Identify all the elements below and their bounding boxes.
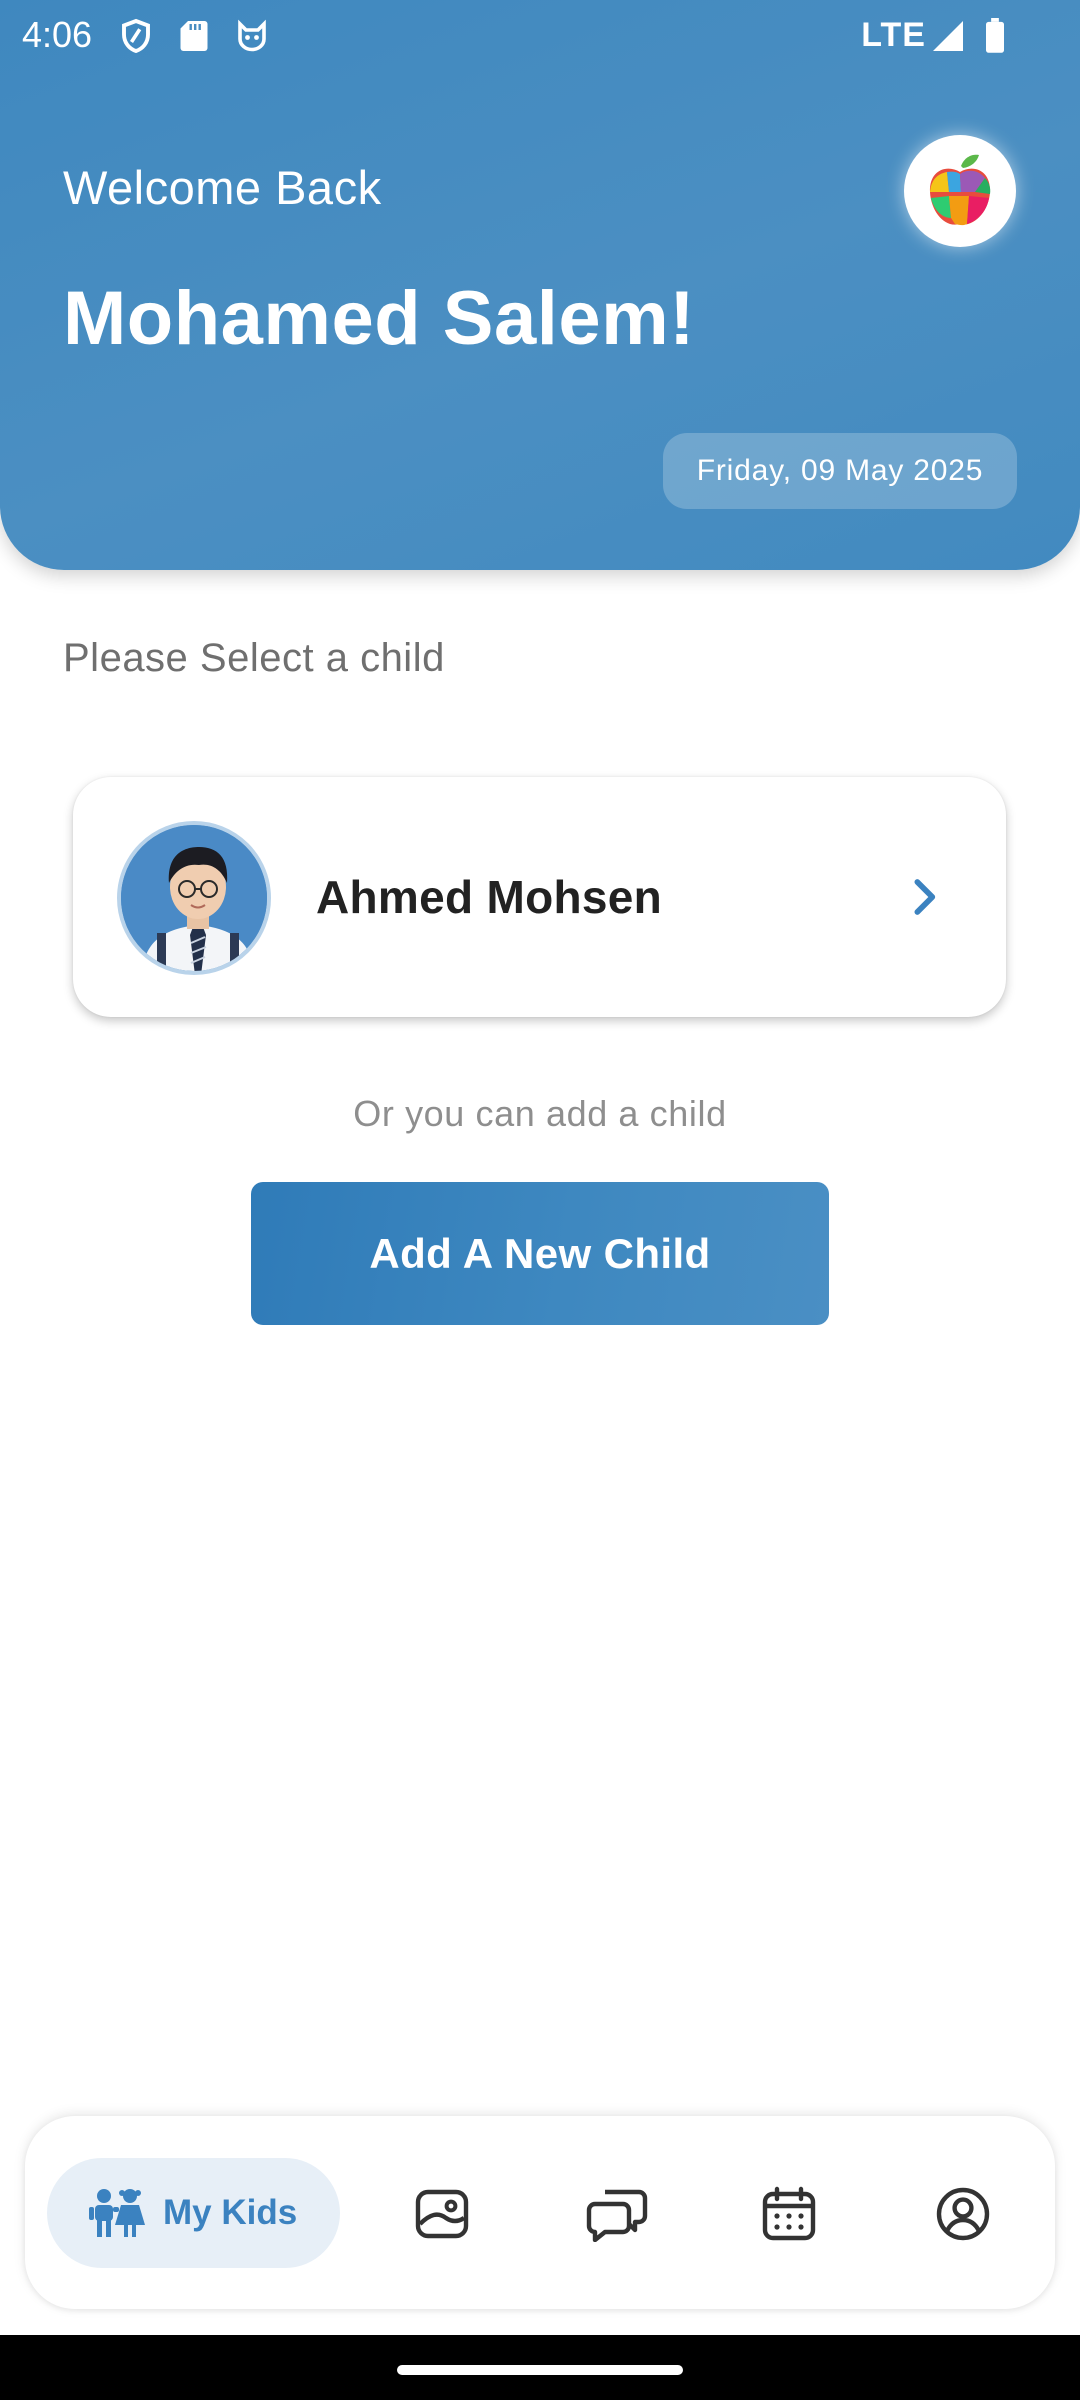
puzzle-apple-logo-icon xyxy=(929,154,991,226)
date-badge: Friday, 09 May 2025 xyxy=(663,433,1017,509)
sd-card-icon xyxy=(180,21,208,51)
shield-icon xyxy=(122,18,150,54)
calendar-icon[interactable] xyxy=(761,2186,817,2242)
add-new-child-button[interactable]: Add A New Child xyxy=(251,1182,829,1325)
nav-label-my-kids: My Kids xyxy=(163,2193,298,2232)
signal-icon xyxy=(933,21,963,51)
select-child-prompt: Please Select a child xyxy=(63,636,445,680)
child-card[interactable]: Ahmed Mohsen xyxy=(73,777,1006,1017)
chat-icon[interactable] xyxy=(585,2186,649,2242)
child-name: Ahmed Mohsen xyxy=(316,871,663,923)
chevron-right-icon xyxy=(914,879,936,915)
home-gesture-handle[interactable] xyxy=(397,2365,683,2375)
bottom-navigation: My Kids xyxy=(25,2116,1055,2309)
kids-icon xyxy=(89,2189,145,2237)
app-logo xyxy=(904,135,1016,247)
gallery-icon[interactable] xyxy=(414,2186,470,2242)
nav-item-my-kids[interactable]: My Kids xyxy=(47,2158,340,2268)
child-avatar xyxy=(117,821,271,975)
cat-face-icon xyxy=(238,19,266,52)
network-type: LTE xyxy=(861,16,926,54)
add-child-prompt: Or you can add a child xyxy=(353,1093,727,1134)
user-name: Mohamed Salem! xyxy=(63,276,696,361)
status-time: 4:06 xyxy=(22,14,93,55)
child-photo-avatar xyxy=(121,825,267,971)
header-banner: 4:06 LTE Welcome Back Mohamed Salem! Fri… xyxy=(0,0,1080,570)
welcome-text: Welcome Back xyxy=(63,161,382,214)
status-bar: 4:06 LTE xyxy=(0,0,1080,74)
profile-icon[interactable] xyxy=(935,2186,991,2242)
battery-icon xyxy=(986,18,1004,53)
